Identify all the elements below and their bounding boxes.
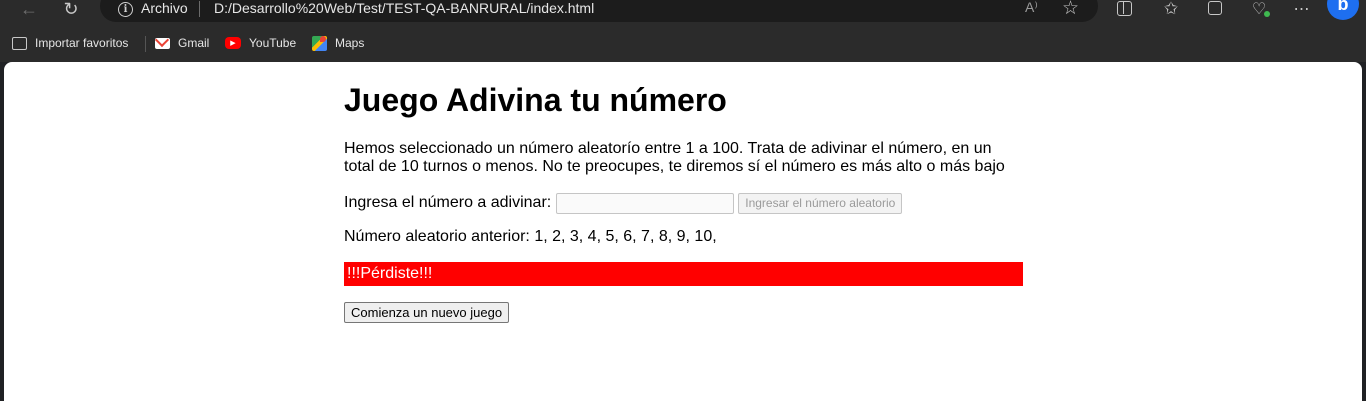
import-icon (12, 36, 27, 50)
browser-chrome: ← ↻ i Archivo D:/Desarrollo%20Web/Test/T… (0, 0, 1366, 62)
page-content: Juego Adivina tu número Hemos selecciona… (344, 80, 1024, 323)
bookmark-label: Gmail (178, 36, 210, 50)
page-viewport: Juego Adivina tu número Hemos selecciona… (4, 62, 1362, 401)
bookmark-gmail[interactable]: Gmail (155, 34, 209, 52)
result-banner: !!!Pérdiste!!! (344, 262, 1023, 286)
previous-guesses: Número aleatorio anterior: 1, 2, 3, 4, 5… (344, 228, 717, 245)
reload-icon[interactable]: ↻ (60, 0, 82, 19)
info-icon[interactable]: i (118, 2, 133, 17)
more-icon[interactable]: ⋯ (1291, 0, 1313, 18)
copilot-icon[interactable]: b (1327, 0, 1359, 20)
bookmark-label: Maps (335, 36, 365, 50)
read-aloud-icon[interactable]: A⁾ (1025, 0, 1038, 16)
split-screen-icon[interactable] (1114, 0, 1134, 18)
bookmarks-divider (145, 36, 146, 52)
address-url[interactable]: D:/Desarrollo%20Web/Test/TEST-QA-BANRURA… (214, 0, 594, 16)
guess-label: Ingresa el número a adivinar: (344, 194, 552, 211)
favorites-icon[interactable]: ✩ (1160, 0, 1182, 18)
bookmark-youtube[interactable]: ▶ YouTube (225, 34, 296, 52)
page-title: Juego Adivina tu número (344, 82, 727, 118)
new-game-button[interactable]: Comienza un nuevo juego (344, 302, 510, 323)
guess-input[interactable] (556, 192, 735, 214)
address-scheme-label: Archivo (141, 0, 188, 16)
bookmark-label: YouTube (249, 36, 297, 50)
bookmark-label: Importar favoritos (35, 36, 129, 50)
submit-guess-button[interactable]: Ingresar el número aleatorio (738, 192, 903, 214)
bookmark-maps[interactable]: Maps (312, 34, 364, 52)
address-divider (199, 1, 200, 17)
browser-essentials-icon[interactable]: ♡ (1248, 0, 1270, 18)
guess-form: Ingresa el número a adivinar: Ingresar e… (344, 192, 1024, 214)
address-bar[interactable]: i Archivo D:/Desarrollo%20Web/Test/TEST-… (100, 0, 1098, 22)
back-arrow-icon[interactable]: ← (18, 0, 40, 19)
maps-icon (312, 35, 327, 51)
collections-icon[interactable] (1204, 0, 1226, 18)
gmail-icon (155, 37, 170, 49)
bookmark-import-favorites[interactable]: Importar favoritos (12, 34, 128, 52)
star-icon[interactable]: ☆ (1062, 0, 1079, 20)
intro-text: Hemos seleccionado un número aleatorío e… (344, 140, 1005, 175)
bookmarks-bar: Importar favoritos Gmail ▶ YouTube Maps (0, 28, 1366, 58)
youtube-icon: ▶ (225, 37, 241, 49)
